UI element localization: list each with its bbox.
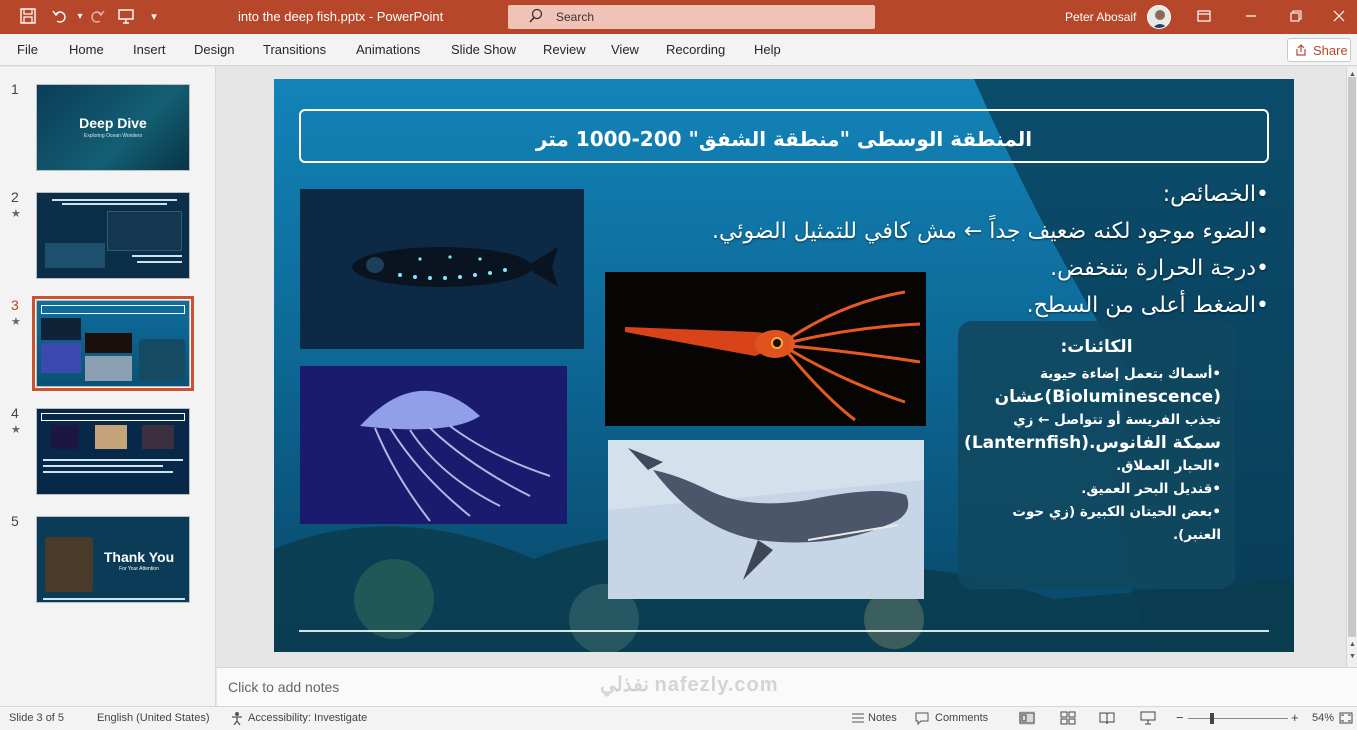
search-icon — [529, 8, 543, 23]
slide-thumbnail-pane: 1 Deep Dive Exploring Ocean Wonders 2 ★ … — [0, 67, 216, 706]
slide-thumbnail-5[interactable]: Thank You For Your Attention — [36, 516, 190, 603]
lanternfish-image[interactable] — [300, 189, 584, 349]
organism-line: •الحبار العملاق. — [1116, 458, 1221, 474]
thumbnail-number: 4 — [11, 405, 19, 421]
organism-line: تجذب الفريسة أو تتواصل ← زي — [1013, 412, 1221, 428]
organism-line: •أسماك بتعمل إضاءة حيوية — [1040, 366, 1221, 382]
organisms-title: الكائنات: — [1060, 337, 1133, 357]
tab-design[interactable]: Design — [194, 42, 234, 57]
thumbnail-number: 5 — [11, 513, 19, 529]
slide-title: المنطقة الوسطى "منطقة الشفق" 200-1000 مت… — [535, 127, 1033, 151]
slide-title-frame[interactable]: المنطقة الوسطى "منطقة الشفق" 200-1000 مت… — [299, 109, 1269, 163]
restore-icon[interactable] — [1285, 6, 1307, 28]
slide-counter[interactable]: Slide 3 of 5 — [9, 712, 64, 724]
organisms-list: •أسماك بتعمل إضاءة حيوية (Bioluminescenc… — [964, 363, 1221, 547]
giant-squid-image[interactable] — [605, 272, 926, 426]
fit-slide-icon[interactable] — [1338, 711, 1354, 725]
notes-pane[interactable]: Click to add notes — [217, 667, 1357, 706]
watermark-logo: نفذلي nafezly.com — [600, 674, 779, 696]
organism-line: العنبر). — [1172, 527, 1221, 543]
slide-sorter-icon[interactable] — [1060, 711, 1076, 725]
ribbon-tabs: File Home Insert Design Transitions Anim… — [0, 34, 1357, 66]
thumbnail-subtitle: For Your Attention — [119, 566, 159, 572]
comments-button[interactable]: Comments — [935, 712, 988, 724]
tab-transitions[interactable]: Transitions — [263, 42, 326, 57]
bullet-item: •الضوء موجود لكنه ضعيف جداً ← مش كافي لل… — [712, 219, 1269, 244]
normal-view-icon[interactable] — [1019, 711, 1035, 725]
animation-star-icon: ★ — [11, 424, 21, 436]
zoom-out-button[interactable]: − — [1176, 710, 1184, 725]
thumbnail-title: Thank You — [103, 549, 175, 565]
share-icon — [1296, 44, 1306, 56]
sperm-whale-image[interactable] — [608, 440, 924, 599]
slide-thumbnail-2[interactable] — [36, 192, 190, 279]
animation-star-icon: ★ — [11, 208, 21, 220]
notes-placeholder[interactable]: Click to add notes — [228, 679, 339, 695]
comments-icon[interactable] — [914, 711, 930, 725]
zoom-in-button[interactable]: + — [1291, 710, 1299, 725]
customize-toolbar-icon[interactable]: ▾ — [144, 7, 164, 27]
title-bar: ▾ ▾ into the deep fish.pptx - PowerPoint… — [0, 0, 1357, 34]
organisms-info-box[interactable]: الكائنات: •أسماك بتعمل إضاءة حيوية (Biol… — [958, 321, 1235, 589]
zoom-percent[interactable]: 54% — [1312, 712, 1334, 724]
organism-line: سمكة الفانوس.(Lanternfish) — [964, 433, 1221, 453]
slide-thumbnail-4[interactable] — [36, 408, 190, 495]
organism-line: •قنديل البحر العميق. — [1081, 481, 1221, 497]
vertical-scrollbar[interactable]: ▲ ▲ ▼ — [1346, 67, 1357, 667]
redo-icon[interactable] — [87, 7, 107, 27]
tab-help[interactable]: Help — [754, 42, 781, 57]
user-name[interactable]: Peter Abosaif — [1065, 10, 1136, 24]
ribbon-display-options-icon[interactable] — [1193, 6, 1215, 28]
slide-thumbnail-3[interactable] — [32, 296, 194, 391]
minimize-icon[interactable] — [1240, 6, 1262, 28]
thumbnail-subtitle: Exploring Ocean Wonders — [83, 133, 143, 139]
accessibility-icon[interactable] — [229, 711, 245, 725]
reading-view-icon[interactable] — [1099, 711, 1115, 725]
notes-icon[interactable] — [850, 711, 866, 725]
next-slide-icon[interactable]: ▼ — [1349, 653, 1356, 660]
share-button[interactable]: Share — [1287, 38, 1351, 62]
footer-divider-line — [299, 630, 1269, 632]
thumbnail-number: 2 — [11, 189, 19, 205]
document-title: into the deep fish.pptx - PowerPoint — [238, 9, 444, 24]
undo-icon[interactable] — [50, 7, 70, 27]
tab-review[interactable]: Review — [543, 42, 586, 57]
tab-view[interactable]: View — [611, 42, 639, 57]
tab-animations[interactable]: Animations — [356, 42, 420, 57]
share-label: Share — [1313, 43, 1348, 58]
language-indicator[interactable]: English (United States) — [97, 712, 210, 724]
tab-insert[interactable]: Insert — [133, 42, 166, 57]
previous-slide-icon[interactable]: ▲ — [1349, 641, 1356, 648]
present-from-beginning-icon[interactable] — [116, 7, 136, 27]
notes-button[interactable]: Notes — [868, 712, 897, 724]
organism-line: (Bioluminescence)عشان — [994, 387, 1221, 407]
slide-thumbnail-1[interactable]: Deep Dive Exploring Ocean Wonders — [36, 84, 190, 171]
tab-slide-show[interactable]: Slide Show — [451, 42, 516, 57]
scrollbar-thumb[interactable] — [1348, 77, 1356, 637]
tab-recording[interactable]: Recording — [666, 42, 725, 57]
close-icon[interactable] — [1328, 6, 1350, 28]
organism-line: •بعض الحيتان الكبيرة (زي حوت — [1012, 504, 1221, 520]
search-box[interactable]: Search — [508, 5, 875, 29]
tab-file[interactable]: File — [17, 42, 38, 57]
animation-star-icon: ★ — [11, 316, 21, 328]
zoom-slider-thumb[interactable] — [1210, 713, 1215, 724]
avatar[interactable] — [1147, 5, 1171, 29]
search-placeholder: Search — [556, 10, 595, 24]
bullet-item: •الخصائص: — [1162, 182, 1269, 207]
save-icon[interactable] — [18, 7, 38, 27]
zoom-slider[interactable] — [1188, 718, 1288, 719]
slide-show-icon[interactable] — [1140, 711, 1156, 725]
jellyfish-image[interactable] — [300, 366, 567, 524]
thumbnail-number: 3 — [11, 297, 19, 313]
thumbnail-number: 1 — [11, 81, 19, 97]
thumbnail-title: Deep Dive — [79, 115, 147, 131]
accessibility-status[interactable]: Accessibility: Investigate — [248, 712, 367, 724]
status-bar: Slide 3 of 5 English (United States) Acc… — [0, 706, 1357, 730]
slide-canvas[interactable]: المنطقة الوسطى "منطقة الشفق" 200-1000 مت… — [274, 79, 1294, 652]
tab-home[interactable]: Home — [69, 42, 104, 57]
